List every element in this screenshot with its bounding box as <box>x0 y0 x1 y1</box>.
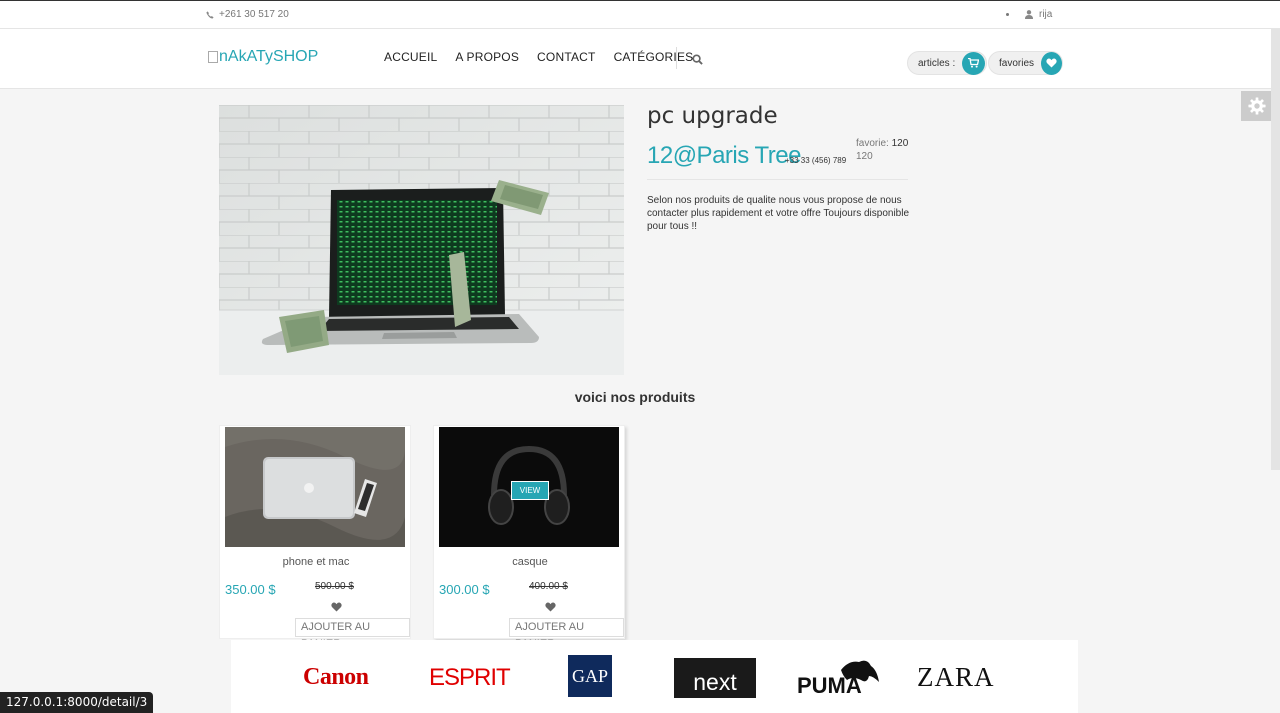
add-to-cart-button[interactable]: AJOUTER AU PANIER <box>295 618 410 650</box>
brand-zara-text: ZARA <box>917 662 995 692</box>
product-old-price: 400.00 $ <box>529 581 568 592</box>
bullet-dot <box>1006 13 1009 16</box>
brand-canon-text: Canon <box>303 664 369 690</box>
nav-divider <box>676 47 677 69</box>
broken-image-icon <box>208 51 218 63</box>
user-name[interactable]: rija <box>1039 9 1052 20</box>
favorie-count: favorie: 120 120 <box>856 137 908 163</box>
browser-status-url: 127.0.0.1:8000/detail/3 <box>0 692 154 713</box>
top-bar: +261 30 517 20 rija <box>0 0 1280 29</box>
brand-esprit-text: ESPRIT <box>429 664 511 691</box>
favorie-value: 120 <box>891 138 909 149</box>
heart-icon <box>1046 58 1057 68</box>
brand-next-text: next <box>693 669 737 695</box>
brand-gap[interactable]: GAP <box>568 655 612 697</box>
store-name[interactable]: 12@Paris Tree <box>647 142 801 170</box>
settings-toggle[interactable] <box>1241 91 1272 121</box>
product-thumbnail[interactable]: VIEW <box>439 427 619 547</box>
product-card[interactable]: VIEW casque 300.00 $ 400.00 $ AJOUTER AU… <box>433 425 626 650</box>
store-phone: +33 33 (456) 789 <box>785 156 847 165</box>
brands-strip: Canon ESPRIT GAP next PUMA ZARA <box>231 640 1078 713</box>
page-scrollbar[interactable] <box>1271 29 1280 470</box>
favorites-pill[interactable]: favories <box>988 51 1063 75</box>
logo-alt-text[interactable]: nAkATySHOP <box>219 48 318 66</box>
brand-esprit[interactable]: ESPRIT <box>429 664 511 692</box>
products-heading: voici nos produits <box>574 389 696 405</box>
product-card[interactable]: phone et mac 350.00 $ 500.00 $ AJOUTER A… <box>219 425 412 650</box>
nav-categories[interactable]: CATÉGORIES <box>614 50 694 64</box>
product-name[interactable]: casque <box>434 556 626 568</box>
product-thumbnail[interactable] <box>225 427 405 547</box>
search-icon <box>692 54 703 65</box>
main-nav: ACCUEIL A PROPOS CONTACT CATÉGORIES <box>384 50 693 64</box>
phone-number: +261 30 517 20 <box>219 9 289 20</box>
product-price: 350.00 $ <box>225 582 276 597</box>
favorites-button[interactable] <box>1041 51 1062 75</box>
details-divider <box>647 179 908 180</box>
brand-puma-text: PUMA <box>797 673 862 698</box>
product-old-price: 500.00 $ <box>315 581 354 592</box>
add-to-cart-button[interactable]: AJOUTER AU PANIER <box>509 618 624 650</box>
nav-a-propos[interactable]: A PROPOS <box>455 50 519 64</box>
product-description: Selon nos produits de qualite nous vous … <box>647 195 910 232</box>
product-price: 300.00 $ <box>439 582 490 597</box>
top-phone: +261 30 517 20 <box>206 9 289 20</box>
heart-icon <box>331 602 342 612</box>
brand-gap-text: GAP <box>571 665 608 686</box>
cart-icon <box>968 58 980 68</box>
add-favorite-button[interactable] <box>545 599 556 617</box>
add-favorite-button[interactable] <box>331 599 342 617</box>
nav-accueil[interactable]: ACCUEIL <box>384 50 437 64</box>
brand-canon[interactable]: Canon <box>303 664 369 691</box>
nav-contact[interactable]: CONTACT <box>537 50 596 64</box>
brand-puma[interactable]: PUMA <box>797 656 881 698</box>
cart-button[interactable] <box>962 51 986 75</box>
cart-pill[interactable]: articles : <box>907 51 987 75</box>
heart-icon <box>545 602 556 612</box>
phone-icon <box>206 10 214 19</box>
brand-next[interactable]: next <box>674 658 756 698</box>
top-user[interactable]: rija <box>1006 9 1052 20</box>
user-icon <box>1025 10 1033 19</box>
articles-label: articles : <box>918 57 956 69</box>
favorie-sub: 120 <box>856 151 873 162</box>
favories-label: favories <box>999 57 1035 69</box>
favorie-label: favorie: <box>856 138 889 149</box>
product-main-image <box>219 105 624 375</box>
gear-icon <box>1247 97 1266 115</box>
product-title: pc upgrade <box>647 103 778 129</box>
product-name[interactable]: phone et mac <box>220 556 412 568</box>
view-button[interactable]: VIEW <box>511 481 549 500</box>
search-button[interactable] <box>692 52 703 70</box>
main-header: nAkATySHOP ACCUEIL A PROPOS CONTACT CATÉ… <box>0 29 1280 89</box>
site-logo[interactable]: nAkATySHOP <box>208 48 318 66</box>
brand-zara[interactable]: ZARA <box>917 662 995 693</box>
